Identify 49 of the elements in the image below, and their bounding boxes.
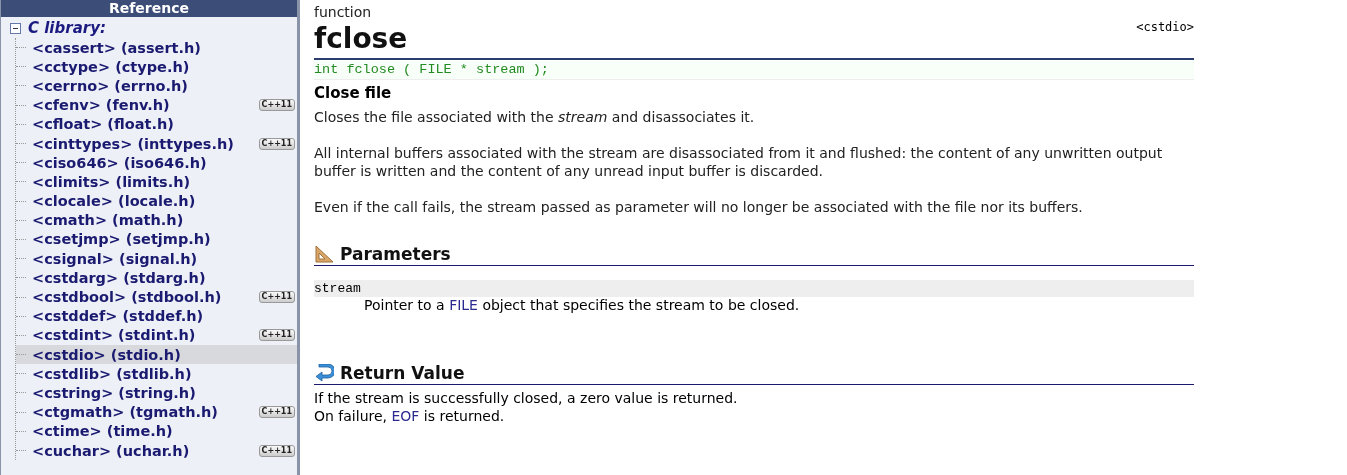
sidebar-item[interactable]: <csignal> (signal.h): [16, 249, 297, 269]
version-badge: C++11: [258, 329, 295, 342]
sidebar-item[interactable]: <clocale> (locale.h): [16, 191, 297, 211]
sidebar-item[interactable]: <ciso646> (iso646.h): [16, 153, 297, 173]
sidebar-item[interactable]: <cerrno> (errno.h): [16, 76, 297, 96]
sidebar-item[interactable]: <cstddef> (stddef.h): [16, 306, 297, 326]
sidebar-item[interactable]: <cstring> (string.h): [16, 383, 297, 403]
sidebar-item[interactable]: <cstdbool> (stdbool.h) C++11: [16, 287, 297, 307]
parameter-description: Pointer to a FILE object that specifies the stream to be closed.: [364, 297, 801, 313]
link[interactable]: FILE: [449, 297, 478, 313]
sidebar-item[interactable]: <cfenv> (fenv.h) C++11: [16, 95, 297, 115]
return-text: If the stream is successfully closed, a zero value is returned.: [314, 389, 739, 407]
collapse-icon[interactable]: [10, 22, 21, 34]
parameter-name: stream: [314, 280, 1194, 297]
version-badge: C++11: [258, 137, 295, 150]
version-badge: C++11: [258, 291, 295, 304]
sidebar-item[interactable]: <ctime> (time.h): [16, 421, 297, 441]
sidebar-item[interactable]: <cmath> (math.h): [16, 210, 297, 230]
sidebar-item[interactable]: <cassert> (assert.h): [16, 38, 297, 58]
sidebar-item[interactable]: <cstdarg> (stdarg.h): [16, 268, 297, 288]
entity-kind: function: [314, 4, 373, 20]
paragraph: Closes the file associated with the stream and disassociates it.: [314, 108, 756, 126]
paragraph: Even if the call fails, the stream passed as parameter will no longer be associated with the file nor its buffers.: [314, 198, 1084, 216]
section-label: C library:: [28, 19, 106, 37]
sidebar-item[interactable]: <climits> (limits.h): [16, 172, 297, 192]
sidebar-item[interactable]: <cstdio> (stdio.h): [16, 345, 297, 365]
page-title: fclose: [314, 24, 408, 54]
sidebar-item[interactable]: <cfloat> (float.h): [16, 114, 297, 134]
section-heading: Parameters: [340, 244, 451, 264]
sidebar-item[interactable]: <cinttypes> (inttypes.h) C++11: [16, 133, 297, 154]
sidebar-item[interactable]: <cstdlib> (stdlib.h): [16, 364, 297, 384]
version-badge: C++11: [258, 444, 295, 457]
return-text: On failure, EOF is returned.: [314, 407, 506, 425]
ruler-icon: [314, 245, 334, 263]
sidebar-item[interactable]: <csetjmp> (setjmp.h): [16, 229, 297, 250]
sidebar-header: Reference: [1, 0, 297, 17]
sidebar-item[interactable]: <cuchar> (uchar.h) C++11: [16, 440, 297, 461]
paragraph: All internal buffers associated with the stream are disassociated from it and flushed: the content of any unwritten output buffer is written and the content of any unread input buffer is discarded.: [314, 144, 1164, 180]
function-prototype: int fclose ( FILE * stream );: [314, 60, 1194, 80]
sidebar-item[interactable]: <ctgmath> (tgmath.h) C++11: [16, 402, 297, 422]
link[interactable]: EOF: [391, 408, 420, 424]
version-badge: C++11: [258, 406, 295, 419]
header-name: <cstdio>: [1136, 20, 1194, 34]
section-heading: Return Value: [340, 363, 465, 383]
sidebar-item[interactable]: <cctype> (ctype.h): [16, 57, 297, 77]
subtitle: Close file: [314, 84, 393, 102]
version-badge: C++11: [258, 99, 295, 112]
sidebar-item[interactable]: <cstdint> (stdint.h) C++11: [16, 325, 297, 345]
return-arrow-icon: [314, 364, 334, 382]
